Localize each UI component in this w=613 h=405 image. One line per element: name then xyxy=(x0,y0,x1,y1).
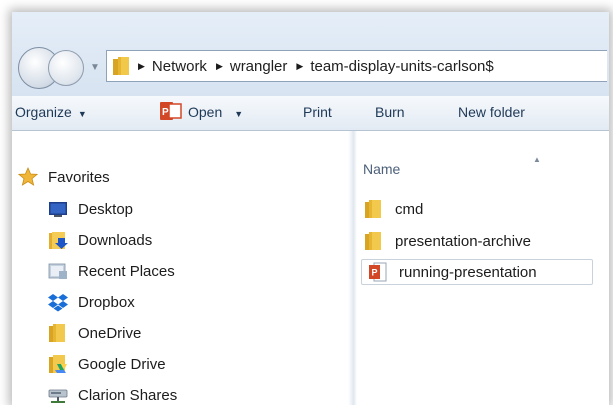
nav-item-label: Google Drive xyxy=(78,355,166,373)
folder-icon xyxy=(365,200,381,218)
star-icon xyxy=(18,167,38,186)
new-folder-button[interactable]: New folder xyxy=(458,104,525,120)
file-name: running-presentation xyxy=(399,263,537,281)
nav-item-dropbox[interactable]: Dropbox xyxy=(48,290,135,314)
navigation-pane: Favorites Desktop Downloads Recent Place… xyxy=(12,131,348,405)
nav-item-label: OneDrive xyxy=(78,324,142,342)
nav-item-downloads[interactable]: Downloads xyxy=(48,228,152,252)
file-name: presentation-archive xyxy=(395,232,531,250)
folder-icon xyxy=(49,324,65,342)
network-drive-icon xyxy=(48,389,68,403)
breadcrumb-separator-icon[interactable]: ▶ xyxy=(216,61,223,72)
nav-item-label: Desktop xyxy=(78,200,134,218)
file-item-cmd[interactable]: cmd xyxy=(357,196,557,222)
dropbox-icon xyxy=(48,294,68,312)
burn-button[interactable]: Burn xyxy=(375,104,405,120)
breadcrumb-separator-icon[interactable]: ▶ xyxy=(296,61,303,72)
nav-item-label: Downloads xyxy=(78,231,153,249)
svg-text:P: P xyxy=(162,107,169,118)
recent-places-icon xyxy=(48,263,67,279)
nav-item-label: Recent Places xyxy=(78,262,175,280)
breadcrumb-wrangler[interactable]: wrangler xyxy=(230,58,288,75)
google-drive-icon xyxy=(49,355,67,373)
nav-item-onedrive[interactable]: OneDrive xyxy=(48,321,141,345)
svg-text:P: P xyxy=(372,268,378,278)
explorer-window: ▼ ▶ Network ▶ wrangler ▶ team-display-un… xyxy=(12,12,609,405)
folder-icon xyxy=(113,57,129,75)
file-item-presentation-archive[interactable]: presentation-archive xyxy=(357,228,597,254)
chevron-down-icon: ▼ xyxy=(234,109,244,119)
address-bar: ▼ ▶ Network ▶ wrangler ▶ team-display-un… xyxy=(12,12,609,96)
recent-pages-dropdown-icon[interactable]: ▼ xyxy=(90,62,100,73)
file-item-running-presentation[interactable]: P running-presentation xyxy=(361,259,593,285)
breadcrumb-network[interactable]: Network xyxy=(152,58,207,75)
sort-ascending-icon: ▲ xyxy=(533,155,541,164)
print-button[interactable]: Print xyxy=(303,104,332,120)
organize-button[interactable]: Organize ▼ xyxy=(15,104,87,120)
nav-item-favorites[interactable]: Favorites xyxy=(18,165,110,189)
open-button[interactable]: Open ▼ xyxy=(188,104,243,120)
nav-item-label: Dropbox xyxy=(78,293,135,311)
breadcrumb-separator-icon[interactable]: ▶ xyxy=(138,61,145,72)
nav-item-google-drive[interactable]: Google Drive xyxy=(48,352,166,376)
nav-item-recent-places[interactable]: Recent Places xyxy=(48,259,175,283)
breadcrumb-share[interactable]: team-display-units-carlson$ xyxy=(310,58,493,75)
powerpoint-icon[interactable]: P xyxy=(160,100,182,122)
file-list-pane: Name ▲ cmd presentation-archive P runnin… xyxy=(357,131,609,405)
desktop-icon xyxy=(49,202,67,217)
command-bar: Organize ▼ P Open ▼ Print Burn New folder xyxy=(12,96,609,131)
nav-item-label: Favorites xyxy=(48,168,110,186)
nav-item-clarion-shares[interactable]: Clarion Shares xyxy=(48,383,177,405)
open-label: Open xyxy=(188,104,223,120)
powerpoint-file-icon: P xyxy=(369,262,387,282)
forward-button[interactable] xyxy=(48,50,84,86)
nav-item-label: Clarion Shares xyxy=(78,386,178,404)
pane-splitter[interactable] xyxy=(348,131,357,405)
nav-item-desktop[interactable]: Desktop xyxy=(48,197,133,221)
name-column-header[interactable]: Name xyxy=(363,161,400,177)
chevron-down-icon: ▼ xyxy=(77,109,87,119)
folder-icon xyxy=(365,232,381,250)
file-name: cmd xyxy=(395,200,424,218)
path-box[interactable]: ▶ Network ▶ wrangler ▶ team-display-unit… xyxy=(106,50,607,82)
downloads-icon xyxy=(49,232,68,249)
organize-label: Organize xyxy=(15,104,72,120)
